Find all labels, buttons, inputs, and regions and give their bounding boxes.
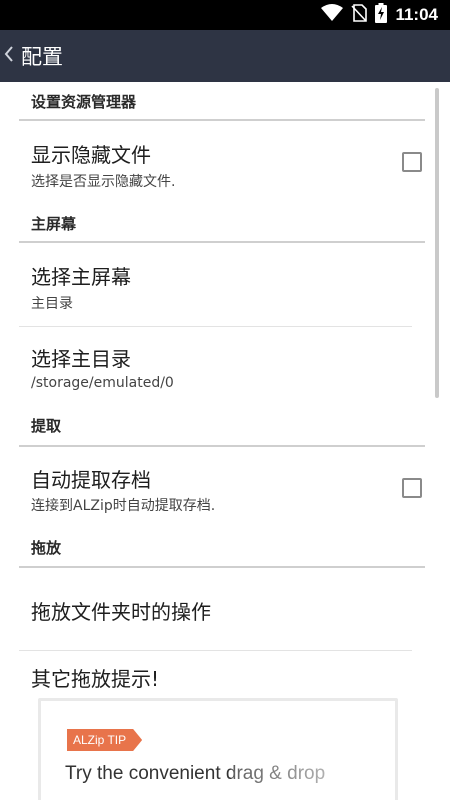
pref-show-hidden-files[interactable]: 显示隐藏文件 选择是否显示隐藏文件. (19, 123, 422, 203)
section-header-drag-drop: 拖放 (19, 529, 425, 568)
pref-title: 选择主屏幕 (31, 265, 131, 289)
settings-list[interactable]: 设置资源管理器 显示隐藏文件 选择是否显示隐藏文件. 主屏幕 选择主屏幕 主目录… (0, 82, 450, 800)
pref-summary: 连接到ALZip时自动提取存档. (31, 498, 216, 514)
pref-title: 其它拖放提示! (31, 667, 160, 691)
chevron-left-icon[interactable] (4, 44, 18, 68)
section-header-file-manager: 设置资源管理器 (19, 91, 425, 121)
no-sim-icon (351, 4, 368, 26)
show-hidden-checkbox[interactable] (402, 152, 422, 172)
status-icons: 11:04 (321, 0, 438, 30)
pref-summary: 主目录 (31, 296, 73, 312)
pref-title: 自动提取存档 (31, 468, 151, 492)
pref-folder-drop-action[interactable]: 拖放文件夹时的操作 (19, 570, 412, 651)
pref-title: 选择主目录 (31, 347, 131, 371)
pref-title: 拖放文件夹时的操作 (31, 600, 211, 624)
pref-auto-extract[interactable]: 自动提取存档 连接到ALZip时自动提取存档. (19, 449, 422, 529)
auto-extract-checkbox[interactable] (402, 478, 422, 498)
tip-badge: ALZip TIP (67, 729, 143, 751)
scrollbar[interactable] (435, 88, 439, 398)
tip-text-fade (231, 757, 395, 793)
status-time: 11:04 (395, 5, 438, 24)
section-header-home: 主屏幕 (19, 203, 425, 243)
wifi-icon (321, 4, 344, 26)
pref-title: 显示隐藏文件 (31, 143, 151, 167)
pref-summary: 选择是否显示隐藏文件. (31, 174, 176, 190)
pref-choose-home-dir[interactable]: 选择主目录 /storage/emulated/0 (19, 327, 412, 407)
page-title[interactable]: 配置 (21, 41, 63, 71)
pref-summary: /storage/emulated/0 (31, 375, 174, 391)
pref-choose-home-screen[interactable]: 选择主屏幕 主目录 (19, 245, 412, 327)
app-bar: 配置 (0, 30, 450, 82)
battery-charging-icon (375, 3, 388, 27)
section-header-extract: 提取 (19, 407, 425, 447)
tip-card: ALZip TIP Try the convenient drag & drop (38, 698, 398, 800)
status-bar: 11:04 (0, 0, 450, 30)
